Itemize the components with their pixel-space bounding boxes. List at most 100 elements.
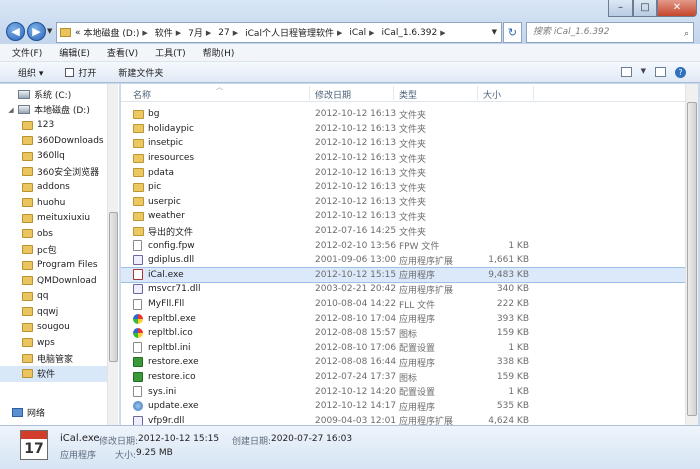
forward-button[interactable]: ▶ bbox=[27, 22, 46, 41]
refresh-button[interactable]: ↻ bbox=[503, 22, 522, 43]
maximize-button[interactable]: □ bbox=[633, 0, 657, 17]
file-row[interactable]: weather 2012-10-12 16:13 文件夹 bbox=[121, 209, 685, 224]
file-row[interactable]: iCal.exe 2012-10-12 15:15 应用程序 9,483 KB bbox=[121, 266, 685, 284]
nav-item[interactable]: addons bbox=[0, 179, 107, 195]
file-row[interactable]: msvcr71.dll 2003-02-21 20:42 应用程序扩展 340 KB bbox=[121, 282, 685, 297]
minimize-button[interactable]: – bbox=[608, 0, 633, 17]
breadcrumb-item[interactable]: 7月 ▶ bbox=[188, 26, 215, 40]
nav-item[interactable]: 系统 (C:) bbox=[0, 86, 107, 102]
nav-item[interactable]: meituxiuxiu bbox=[0, 210, 107, 226]
file-row[interactable]: sys.ini 2012-10-12 14:20 配置设置 1 KB bbox=[121, 384, 685, 399]
nav-item[interactable]: 360llq bbox=[0, 148, 107, 164]
column-divider[interactable] bbox=[393, 86, 394, 100]
nav-item-label: qqwj bbox=[37, 306, 59, 317]
breadcrumb-item[interactable]: iCal个人日程管理软件 ▶ bbox=[245, 26, 346, 40]
breadcrumb-item[interactable]: iCal ▶ bbox=[349, 26, 378, 39]
details-pane: 17 iCal.exe 修改日期: 2012-10-12 15:15 创建日期:… bbox=[0, 425, 700, 469]
file-row[interactable]: pdata 2012-10-12 16:13 文件夹 bbox=[121, 165, 685, 180]
open-button[interactable]: 打开 bbox=[65, 66, 96, 79]
menu-file[interactable]: 文件(F) bbox=[12, 46, 42, 59]
file-row[interactable]: config.fpw 2012-02-10 13:56 FPW 文件 1 KB bbox=[121, 238, 685, 253]
file-row[interactable]: update.exe 2012-10-12 14:17 应用程序 535 KB bbox=[121, 399, 685, 414]
file-row[interactable]: repltbl.exe 2012-08-10 17:04 应用程序 393 KB bbox=[121, 311, 685, 326]
view-dropdown-icon[interactable]: ▼ bbox=[641, 67, 646, 78]
menu-edit[interactable]: 编辑(E) bbox=[59, 46, 90, 59]
file-row[interactable]: repltbl.ini 2012-08-10 17:06 配置设置 1 KB bbox=[121, 341, 685, 356]
file-date: 2012-08-10 17:06 bbox=[315, 342, 397, 353]
address-dropdown-icon[interactable]: ▼ bbox=[492, 28, 497, 36]
breadcrumb-chevron-icon[interactable]: ▶ bbox=[176, 29, 181, 37]
breadcrumb-chevron-icon[interactable]: ▶ bbox=[206, 29, 211, 37]
file-row[interactable]: iresources 2012-10-12 16:13 文件夹 bbox=[121, 151, 685, 166]
breadcrumb-chevron-icon[interactable]: ▶ bbox=[142, 29, 147, 37]
nav-item[interactable]: 软件 bbox=[0, 365, 107, 382]
file-list-scrollbar[interactable] bbox=[685, 84, 698, 425]
nav-item[interactable]: 360Downloads bbox=[0, 133, 107, 149]
nav-item[interactable]: pc包 bbox=[0, 242, 107, 258]
column-type[interactable]: 类型 bbox=[399, 88, 417, 101]
column-divider[interactable] bbox=[477, 86, 478, 100]
menu-view[interactable]: 查看(V) bbox=[107, 46, 138, 59]
breadcrumb-chevron-icon[interactable]: ▶ bbox=[440, 29, 445, 37]
breadcrumb-chevron-icon[interactable]: ▶ bbox=[337, 29, 342, 37]
change-view-icon[interactable] bbox=[620, 67, 632, 77]
file-row[interactable]: vfp9r.dll 2009-04-03 12:01 应用程序扩展 4,624 KB bbox=[121, 414, 685, 425]
nav-item[interactable]: huohu bbox=[0, 195, 107, 211]
organize-button[interactable]: 组织 ▾ bbox=[18, 66, 43, 79]
breadcrumb-item[interactable]: 软件 ▶ bbox=[155, 26, 185, 40]
column-date[interactable]: 修改日期 bbox=[315, 88, 351, 101]
nav-item[interactable]: qq bbox=[0, 288, 107, 304]
column-divider[interactable] bbox=[533, 86, 534, 100]
column-divider[interactable] bbox=[309, 86, 310, 100]
folder-icon bbox=[133, 211, 144, 221]
navigation-scroll-thumb[interactable] bbox=[109, 212, 118, 362]
folder-icon bbox=[22, 291, 33, 301]
file-row[interactable]: MyFll.Fll 2010-08-04 14:22 FLL 文件 222 KB bbox=[121, 297, 685, 312]
help-icon[interactable]: ? bbox=[675, 67, 686, 78]
file-row[interactable]: repltbl.ico 2012-08-08 15:57 图标 159 KB bbox=[121, 326, 685, 341]
breadcrumb-item[interactable]: iCal_1.6.392 ▶ bbox=[382, 26, 450, 39]
nav-item[interactable]: 网络 bbox=[0, 404, 107, 420]
file-row[interactable]: holidaypic 2012-10-12 16:13 文件夹 bbox=[121, 122, 685, 137]
back-button[interactable]: ◀ bbox=[6, 22, 25, 41]
nav-item[interactable]: ◢ 本地磁盘 (D:) bbox=[0, 102, 107, 118]
search-input[interactable]: 搜索 iCal_1.6.392 ⌕ bbox=[526, 22, 694, 43]
preview-pane-icon[interactable] bbox=[655, 67, 666, 77]
nav-item[interactable]: 360安全浏览器 bbox=[0, 164, 107, 180]
expand-arrow-icon[interactable]: ◢ bbox=[7, 106, 15, 114]
address-overflow[interactable]: « bbox=[75, 28, 81, 38]
address-bar[interactable]: « 本地磁盘 (D:) ▶ 软件 ▶ 7月 ▶ 27 ▶ iCal个人日程管理软件 ▶ iCal ▶ i… bbox=[56, 22, 502, 43]
file-list-scroll-thumb[interactable] bbox=[687, 102, 697, 416]
breadcrumb-chevron-icon[interactable]: ▶ bbox=[233, 29, 238, 37]
file-row[interactable]: restore.exe 2012-08-08 16:44 应用程序 338 KB bbox=[121, 355, 685, 370]
file-row[interactable]: restore.ico 2012-07-24 17:37 图标 159 KB bbox=[121, 370, 685, 385]
nav-item[interactable]: qqwj bbox=[0, 304, 107, 320]
navigation-scrollbar[interactable] bbox=[107, 84, 118, 425]
menu-help[interactable]: 帮助(H) bbox=[203, 46, 235, 59]
close-button[interactable]: ✕ bbox=[657, 0, 697, 17]
breadcrumb-chevron-icon[interactable]: ▶ bbox=[369, 29, 374, 37]
nav-item-label: 123 bbox=[37, 120, 55, 131]
nav-item[interactable]: 123 bbox=[0, 117, 107, 133]
column-size[interactable]: 大小 bbox=[483, 88, 501, 101]
file-row[interactable]: pic 2012-10-12 16:13 文件夹 bbox=[121, 180, 685, 195]
nav-item[interactable]: Program Files bbox=[0, 257, 107, 273]
file-row[interactable]: userpic 2012-10-12 16:13 文件夹 bbox=[121, 195, 685, 210]
new-folder-button[interactable]: 新建文件夹 bbox=[118, 66, 163, 79]
nav-item[interactable]: QMDownload bbox=[0, 273, 107, 289]
nav-item[interactable]: wps bbox=[0, 335, 107, 351]
column-name[interactable]: 名称 bbox=[133, 88, 151, 101]
file-size: 340 KB bbox=[496, 284, 529, 295]
file-row[interactable]: gdiplus.dll 2001-09-06 13:00 应用程序扩展 1,661 K… bbox=[121, 253, 685, 268]
breadcrumb-item[interactable]: 本地磁盘 (D:) ▶ bbox=[84, 26, 152, 40]
menu-tools[interactable]: 工具(T) bbox=[155, 46, 186, 59]
breadcrumb-item[interactable]: 27 ▶ bbox=[218, 26, 242, 39]
file-row[interactable]: 导出的文件 2012-07-16 14:25 文件夹 bbox=[121, 224, 685, 239]
file-row[interactable]: bg 2012-10-12 16:13 文件夹 bbox=[121, 107, 685, 122]
nav-item[interactable]: sougou bbox=[0, 319, 107, 335]
file-row[interactable]: insetpic 2012-10-12 16:13 文件夹 bbox=[121, 136, 685, 151]
breadcrumb-label: iCal bbox=[349, 27, 367, 38]
history-dropdown-icon[interactable]: ▼ bbox=[47, 27, 52, 35]
nav-item[interactable]: 电脑管家 bbox=[0, 350, 107, 366]
nav-item[interactable]: obs bbox=[0, 226, 107, 242]
